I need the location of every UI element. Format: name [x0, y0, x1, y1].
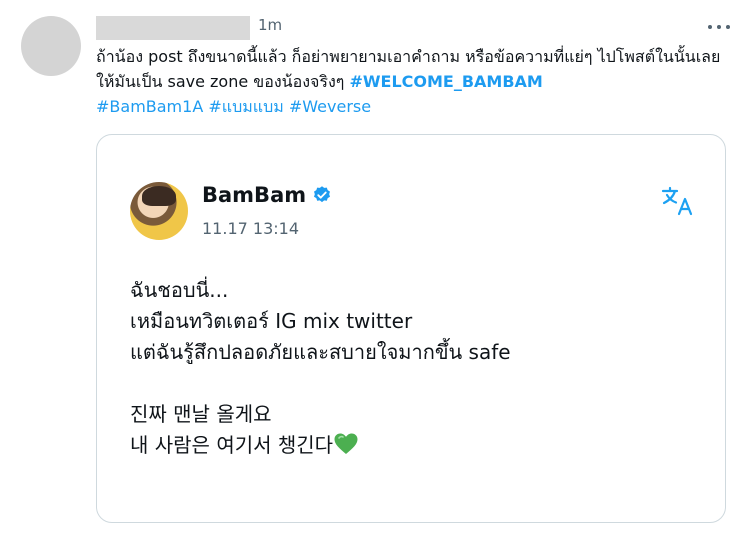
card-author-name: BamBam: [202, 183, 307, 207]
hashtag-weverse[interactable]: #Weverse: [289, 97, 371, 116]
redacted-username[interactable]: [96, 16, 250, 40]
translate-icon[interactable]: [660, 185, 696, 217]
embedded-image-card[interactable]: BamBam 11.17 13:14 ฉันชอบนี่... เหมือนทวิ…: [96, 134, 726, 523]
card-body-line: ฉันชอบนี่...: [130, 278, 229, 302]
hashtag-welcome[interactable]: #WELCOME_BAMBAM: [349, 72, 542, 91]
card-body-line: 진짜 맨날 올게요: [130, 402, 272, 426]
card-body-line: เหมือนทวิตเตอร์ IG mix twitter: [130, 309, 413, 333]
card-body-line: แต่ฉันรู้สึกปลอดภัยและสบายใจมากขึ้น safe: [130, 340, 511, 364]
card-body-line: 내 사람은 여기서 챙긴다: [130, 433, 334, 457]
card-body: ฉันชอบนี่... เหมือนทวิตเตอร์ IG mix twitt…: [130, 275, 690, 461]
tweet-timestamp[interactable]: 1m: [258, 16, 282, 34]
card-author-avatar: [130, 182, 188, 240]
hashtag-thai-bambam[interactable]: #แบมแบม: [208, 97, 283, 116]
hashtag-bambam1a[interactable]: #BamBam1A: [96, 97, 203, 116]
green-heart-icon: [334, 433, 358, 454]
card-date: 11.17 13:14: [202, 219, 299, 238]
user-avatar[interactable]: [21, 16, 81, 76]
more-icon[interactable]: [708, 20, 730, 34]
tweet-text: ถ้าน้อง post ถึงขนาดนี้แล้ว ก็อย่าพยายาม…: [96, 44, 728, 119]
verified-icon: [314, 186, 331, 203]
card-author: BamBam: [202, 183, 332, 207]
